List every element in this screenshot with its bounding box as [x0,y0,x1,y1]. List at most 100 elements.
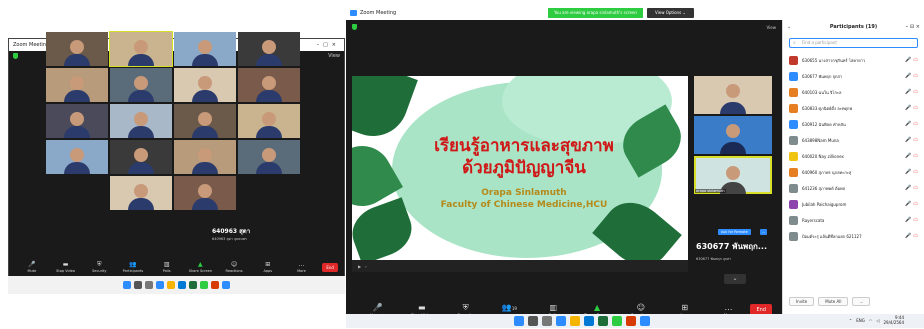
left-tb-apps[interactable]: ⊞ Apps [251,261,285,273]
left-tb-reactions[interactable]: ☺ Reactions [217,261,251,273]
remote-control-button[interactable]: Ask for Remote [718,229,751,235]
windows-start-icon[interactable] [514,316,524,326]
video-off-icon[interactable]: ▭ [913,89,918,95]
left-tb-share[interactable]: ▲ Share Screen [184,261,218,273]
participant-row[interactable]: Rayerscata 🎤 ▭ [783,212,924,228]
taskview-icon[interactable] [145,281,153,289]
powerpoint-icon[interactable] [626,316,636,326]
participant-row[interactable]: 630833 ศุภนิตย์ตั้ง ละทดุกพ 🎤 ▭ [783,100,924,116]
thumbnail-tile-active[interactable]: orapa sinlamuth [694,156,772,194]
left-tb-more[interactable]: … More [285,261,319,273]
thumbnail-more-button[interactable]: ... [760,229,768,235]
participant-row[interactable]: ป้อมต์ระรุ่ แล้นดีที่ลกแยก 621127 🎤 ▭ [783,228,924,244]
chevron-down-icon[interactable]: ⌄ [787,20,791,34]
left-tb-polls[interactable]: ▥ Polls [150,261,184,273]
mic-muted-icon[interactable]: 🎤 [905,217,911,223]
gallery-tile[interactable] [238,140,300,174]
folder-icon[interactable] [570,316,580,326]
participant-row[interactable]: 640103 ฉนใน จิโกะล 🎤 ▭ [783,84,924,100]
word-icon[interactable] [222,281,230,289]
mic-muted-icon[interactable]: 🎤 [905,121,911,127]
participant-row[interactable]: 630677 พันพฤก จุกสา 🎤 ▭ [783,68,924,84]
line-icon[interactable] [200,281,208,289]
video-off-icon[interactable]: ▭ [913,137,918,143]
gallery-tile[interactable] [174,104,236,138]
gallery-tile[interactable] [110,68,172,102]
left-tb-participants[interactable]: 👥 Participants [116,261,150,273]
gallery-tile[interactable] [110,140,172,174]
windows-start-icon[interactable] [123,281,131,289]
participant-row[interactable]: 641236 สุภาพคด์ ต้อพล 🎤 ▭ [783,180,924,196]
gallery-tile[interactable] [46,32,108,66]
gallery-tile[interactable] [238,104,300,138]
left-end-button[interactable]: End [322,262,338,272]
participant-row[interactable]: 640960 สุภาพร นุกลทะกะสุ 🎤 ▭ [783,164,924,180]
thumbnail-tile[interactable] [694,76,772,114]
gallery-tile[interactable] [110,176,172,210]
left-tb-video[interactable]: ▬ Stop Video [49,261,83,273]
participant-search-input[interactable]: ⌕ Find a participant [789,38,918,48]
play-icon[interactable]: ▶ [358,264,361,269]
edge-icon[interactable] [584,316,594,326]
gallery-tile[interactable] [46,140,108,174]
participant-row[interactable]: 640020 Nay zillionex 🎤 ▭ [783,148,924,164]
gallery-tile[interactable] [174,176,236,210]
video-off-icon[interactable]: ▭ [913,153,918,159]
gallery-tile[interactable] [46,104,108,138]
gallery-tile[interactable] [238,68,300,102]
left-window-controls[interactable]: –□× [317,39,344,51]
gallery-tile[interactable] [174,140,236,174]
video-off-icon[interactable]: ▭ [913,57,918,63]
thumbnail-tile[interactable] [694,116,772,154]
edge-icon[interactable] [178,281,186,289]
excel-icon[interactable] [598,316,608,326]
mic-muted-icon[interactable]: 🎤 [905,57,911,63]
arrow-icon[interactable]: › [365,264,367,269]
shield-icon[interactable] [352,24,357,30]
video-off-icon[interactable]: ▭ [913,73,918,79]
folder-icon[interactable] [167,281,175,289]
search-icon[interactable] [134,281,142,289]
mute-all-button[interactable]: Mute All [818,297,849,306]
invite-button[interactable]: Invite [789,297,815,306]
video-off-icon[interactable]: ▭ [913,201,918,207]
wifi-icon[interactable]: ◠ [869,318,873,323]
powerpoint-icon[interactable] [211,281,219,289]
taskview-icon[interactable] [542,316,552,326]
line-icon[interactable] [612,316,622,326]
gallery-tile[interactable] [46,68,108,102]
chevron-down-icon[interactable]: ⌄ [724,274,746,284]
zoom-icon[interactable] [556,316,566,326]
taskbar-clock[interactable]: 9:44 29/4/2564 [883,315,904,325]
gallery-tile[interactable] [174,32,236,66]
mic-muted-icon[interactable]: 🎤 [905,105,911,111]
video-off-icon[interactable]: ▭ [913,233,918,239]
participant-row[interactable]: 630655 นางสาวกชุกันทร์ โสคายาว 🎤 ▭ [783,52,924,68]
zoom-icon[interactable] [156,281,164,289]
left-view-button[interactable]: View [328,53,340,59]
left-tb-mute[interactable]: 🎤 Mute [15,261,49,273]
mic-muted-icon[interactable]: 🎤 [905,137,911,143]
volume-icon[interactable]: ◁ [876,318,879,323]
mic-muted-icon[interactable]: 🎤 [905,89,911,95]
gallery-tile[interactable] [174,68,236,102]
word-icon[interactable] [640,316,650,326]
mic-muted-icon[interactable]: 🎤 [905,233,911,239]
shield-icon[interactable] [13,53,18,59]
gallery-tile[interactable] [110,104,172,138]
video-off-icon[interactable]: ▭ [913,217,918,223]
mic-muted-icon[interactable]: 🎤 [905,169,911,175]
right-view-button[interactable]: View [767,25,777,30]
participant-row[interactable]: 643898Nam Muna 🎤 ▭ [783,132,924,148]
mic-muted-icon[interactable]: 🎤 [905,73,911,79]
mic-muted-icon[interactable]: 🎤 [905,185,911,191]
gallery-tile[interactable] [109,31,173,67]
mic-muted-icon[interactable]: 🎤 [905,201,911,207]
tray-language[interactable]: ENG [856,318,865,323]
video-off-icon[interactable]: ▭ [913,169,918,175]
mic-muted-icon[interactable]: 🎤 [905,153,911,159]
gallery-tile[interactable] [238,32,300,66]
participant-row[interactable]: 630912 ฉันพิลด คำหลัน 🎤 ▭ [783,116,924,132]
window-controls[interactable]: – ⊡ × [906,20,920,34]
video-off-icon[interactable]: ▭ [913,185,918,191]
